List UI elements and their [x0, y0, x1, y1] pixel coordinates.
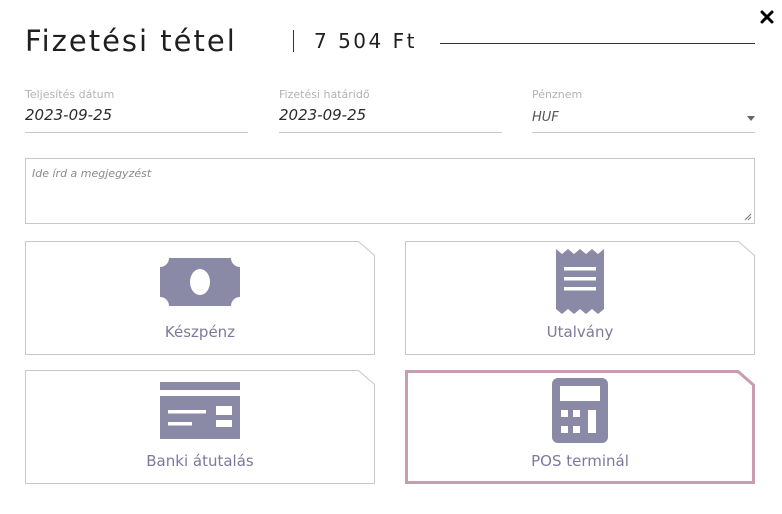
close-icon[interactable] [758, 8, 776, 26]
note-placeholder: Ide írd a megjegyzést [32, 167, 152, 180]
due-date-field[interactable]: Fizetési határidő 2023-09-25 [279, 88, 502, 133]
chevron-down-icon[interactable] [747, 116, 755, 121]
currency-select[interactable]: Pénznem HUF [532, 88, 755, 133]
payment-amount: 7 504 Ft [314, 29, 417, 53]
currency-label: Pénznem [532, 88, 583, 101]
note-textarea[interactable]: Ide írd a megjegyzést [25, 158, 755, 224]
payment-method-bank-transfer[interactable]: Banki átutalás [25, 370, 375, 484]
due-date-label: Fizetési határidő [279, 88, 370, 101]
payment-method-bank-transfer-label: Banki átutalás [146, 452, 254, 470]
currency-value[interactable]: HUF [532, 110, 559, 125]
payment-method-cash-label: Készpénz [164, 323, 236, 341]
performance-date-field[interactable]: Teljesítés dátum 2023-09-25 [25, 88, 248, 133]
due-date-value[interactable]: 2023-09-25 [279, 106, 366, 124]
title-underline [440, 43, 755, 44]
dialog-title: Fizetési tétel [25, 24, 237, 58]
title-divider [293, 30, 294, 52]
resize-handle-icon[interactable] [744, 213, 752, 221]
performance-date-label: Teljesítés dátum [25, 88, 115, 101]
payment-method-voucher-label: Utalvány [546, 323, 614, 341]
payment-method-pos-terminal[interactable]: POS terminál [405, 370, 755, 484]
payment-method-voucher[interactable]: Utalvány [405, 241, 755, 355]
performance-date-value[interactable]: 2023-09-25 [25, 106, 112, 124]
payment-method-pos-terminal-label: POS terminál [531, 452, 629, 470]
payment-method-cash[interactable]: Készpénz [25, 241, 375, 355]
